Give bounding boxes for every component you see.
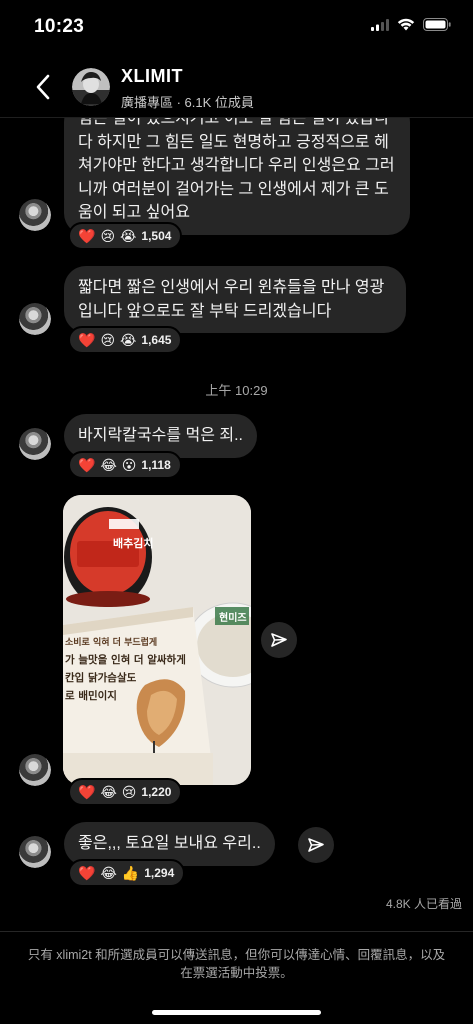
- tray-text-3: 칸입 닭가슴살도: [65, 671, 137, 684]
- surprised-emoji: 😮: [121, 457, 137, 473]
- sobbing-emoji: 😭: [120, 228, 137, 244]
- channel-subtitle: 廣播專區 · 6.1K 位成員: [121, 95, 254, 110]
- wifi-icon: [397, 18, 415, 31]
- sender-avatar[interactable]: [19, 303, 51, 335]
- photo-content: 배추김치 현미즈 소비로 익혀 더 부드럽게 가 늘맛을 인혀 더 알싸하게 칸…: [63, 495, 251, 785]
- heart-emoji: ❤️: [78, 228, 96, 244]
- battery-icon: [423, 18, 451, 31]
- message-bubble[interactable]: 힘든 일이 있으시거고 이도 일 힘든 일이 있습니다 하지만 그 힘든 일도 …: [64, 100, 410, 235]
- reaction-bar[interactable]: ❤️ 😂 😢 1,220: [68, 778, 183, 806]
- heart-emoji: ❤️: [78, 865, 96, 881]
- reaction-bar[interactable]: ❤️ 😂 👍 1,294: [68, 859, 186, 887]
- rice-label: 현미즈: [219, 611, 247, 624]
- reaction-count: 1,645: [141, 333, 172, 347]
- heart-emoji: ❤️: [78, 332, 96, 348]
- footer-divider: [0, 931, 473, 932]
- laughing-emoji: 😂: [100, 865, 117, 881]
- sender-avatar[interactable]: [19, 754, 51, 786]
- sender-avatar[interactable]: [19, 836, 51, 868]
- message-text: 좋은,,, 토요일 보내요 우리..: [78, 835, 261, 852]
- chat-header: XLIMIT 廣播專區 · 6.1K 位成員: [0, 56, 473, 118]
- message-text: 힘든 일이 있으시거고 이도 일 힘든 일이 있습니다 하지만 그 힘든 일도 …: [78, 110, 395, 221]
- sender-avatar[interactable]: [19, 199, 51, 231]
- status-bar: 10:23: [0, 0, 473, 56]
- send-icon: [308, 838, 324, 852]
- reaction-count: 1,504: [141, 229, 172, 243]
- chevron-left-icon: [36, 74, 50, 100]
- laughing-emoji: 😂: [100, 784, 117, 800]
- heart-emoji: ❤️: [78, 457, 96, 473]
- seen-count[interactable]: 4.8K 人已看過: [386, 895, 462, 912]
- message-text: 짧다면 짧은 인생에서 우리 윈츄들을 만나 영광입니다 앞으로도 잘 부탁 드…: [78, 279, 385, 320]
- status-time: 10:23: [34, 16, 85, 37]
- crying-emoji: 😢: [100, 332, 116, 348]
- heart-emoji: ❤️: [78, 784, 96, 800]
- share-button[interactable]: [261, 622, 297, 658]
- tray-text-2: 가 늘맛을 인혀 더 알싸하게: [65, 653, 186, 666]
- reaction-count: 1,118: [141, 458, 171, 472]
- laughing-emoji: 😂: [100, 457, 117, 473]
- message-bubble[interactable]: 짧다면 짧은 인생에서 우리 윈츄들을 만나 영광입니다 앞으로도 잘 부탁 드…: [64, 266, 406, 333]
- back-button[interactable]: [28, 70, 58, 104]
- photo-message[interactable]: 배추김치 현미즈 소비로 익혀 더 부드럽게 가 늘맛을 인혀 더 알싸하게 칸…: [63, 495, 251, 785]
- thumbs-up-emoji: 👍: [121, 865, 140, 881]
- send-icon: [271, 633, 287, 647]
- message-timestamp: 上午 10:29: [205, 383, 268, 398]
- tray-text-1: 소비로 익혀 더 부드럽게: [65, 636, 157, 648]
- sobbing-emoji: 😭: [120, 332, 137, 348]
- reaction-count: 1,294: [144, 866, 175, 880]
- crying-emoji: 😢: [100, 228, 116, 244]
- channel-permission-note: 只有 xlimi2t 和所選成員可以傳送訊息，但你可以傳達心情、回覆訊息，以及在…: [27, 948, 446, 980]
- sender-avatar[interactable]: [19, 428, 51, 460]
- channel-avatar[interactable]: [72, 68, 110, 106]
- status-icons: [371, 18, 451, 31]
- channel-title[interactable]: XLIMIT: [121, 66, 183, 87]
- reaction-bar[interactable]: ❤️ 😂 😮 1,118: [68, 451, 182, 479]
- reaction-bar[interactable]: ❤️ 😢 😭 1,504: [68, 222, 183, 250]
- reaction-bar[interactable]: ❤️ 😢 😭 1,645: [68, 326, 183, 354]
- message-text: 바지락칼국수를 먹은 죄..: [78, 427, 243, 444]
- tray-text-4: 로 배민이지: [65, 689, 117, 702]
- reaction-count: 1,220: [141, 785, 172, 799]
- crying-emoji: 😢: [121, 784, 137, 800]
- kimchi-label: 배추김치: [113, 536, 153, 550]
- cellular-signal-icon: [371, 18, 389, 31]
- home-indicator: [152, 1010, 321, 1015]
- share-button[interactable]: [298, 827, 334, 863]
